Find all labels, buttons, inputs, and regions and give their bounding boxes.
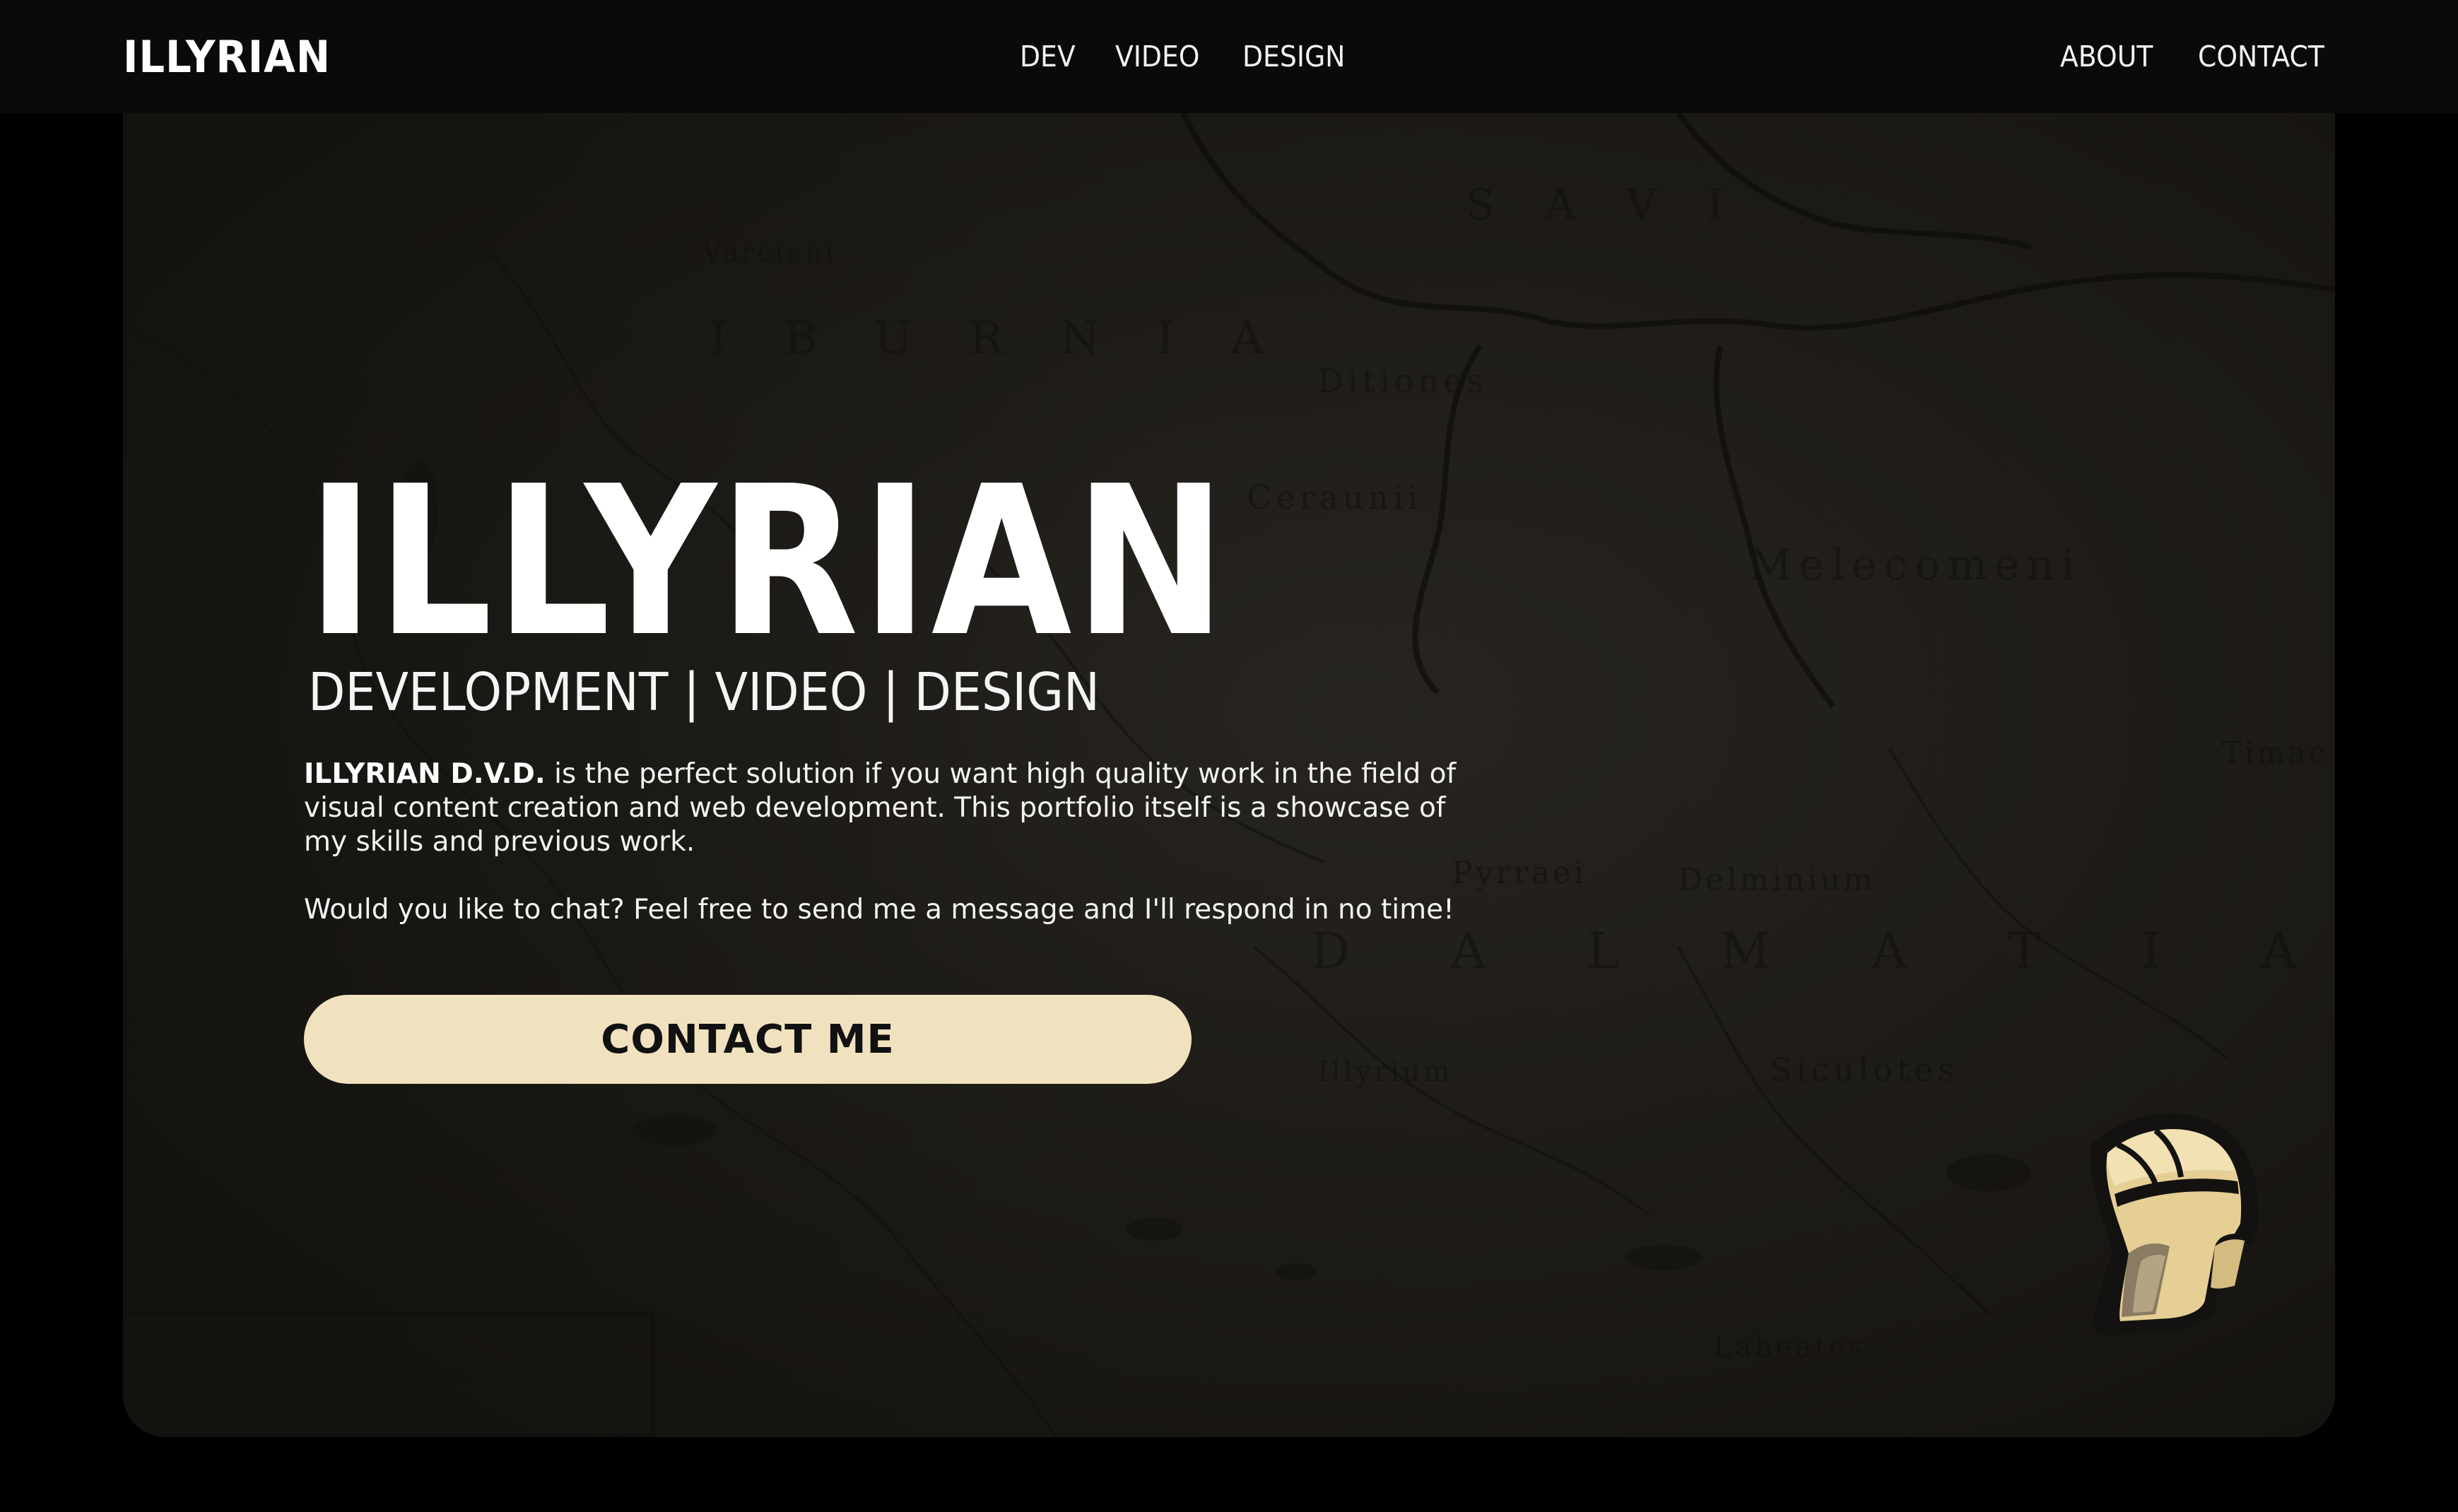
hero-description: ILLYRIAN D.V.D. is the perfect solution … xyxy=(304,757,1463,859)
contact-me-button[interactable]: CONTACT ME xyxy=(304,995,1192,1084)
hero-subtitle: DEVELOPMENT | VIDEO | DESIGN xyxy=(308,662,1100,723)
nav-link-contact[interactable]: CONTACT xyxy=(2198,35,2324,78)
hero-section: I B U R N I A S A V I Melecomeni D A L M… xyxy=(123,113,2335,1437)
illyrian-helmet-icon xyxy=(2090,1113,2259,1335)
description-brand: ILLYRIAN D.V.D. xyxy=(304,758,546,790)
site-logo[interactable]: ILLYRIAN xyxy=(123,33,331,82)
hero-chat-text: Would you like to chat? Feel free to sen… xyxy=(304,894,1454,926)
nav-link-design[interactable]: DESIGN xyxy=(1242,35,1345,78)
hero-title: ILLYRIAN xyxy=(307,442,1229,682)
top-navbar: ILLYRIAN DEV VIDEO DESIGN ABOUT CONTACT xyxy=(0,0,2458,113)
nav-link-video[interactable]: VIDEO xyxy=(1115,35,1199,78)
nav-link-about[interactable]: ABOUT xyxy=(2060,35,2153,78)
nav-link-dev[interactable]: DEV xyxy=(1020,35,1076,78)
